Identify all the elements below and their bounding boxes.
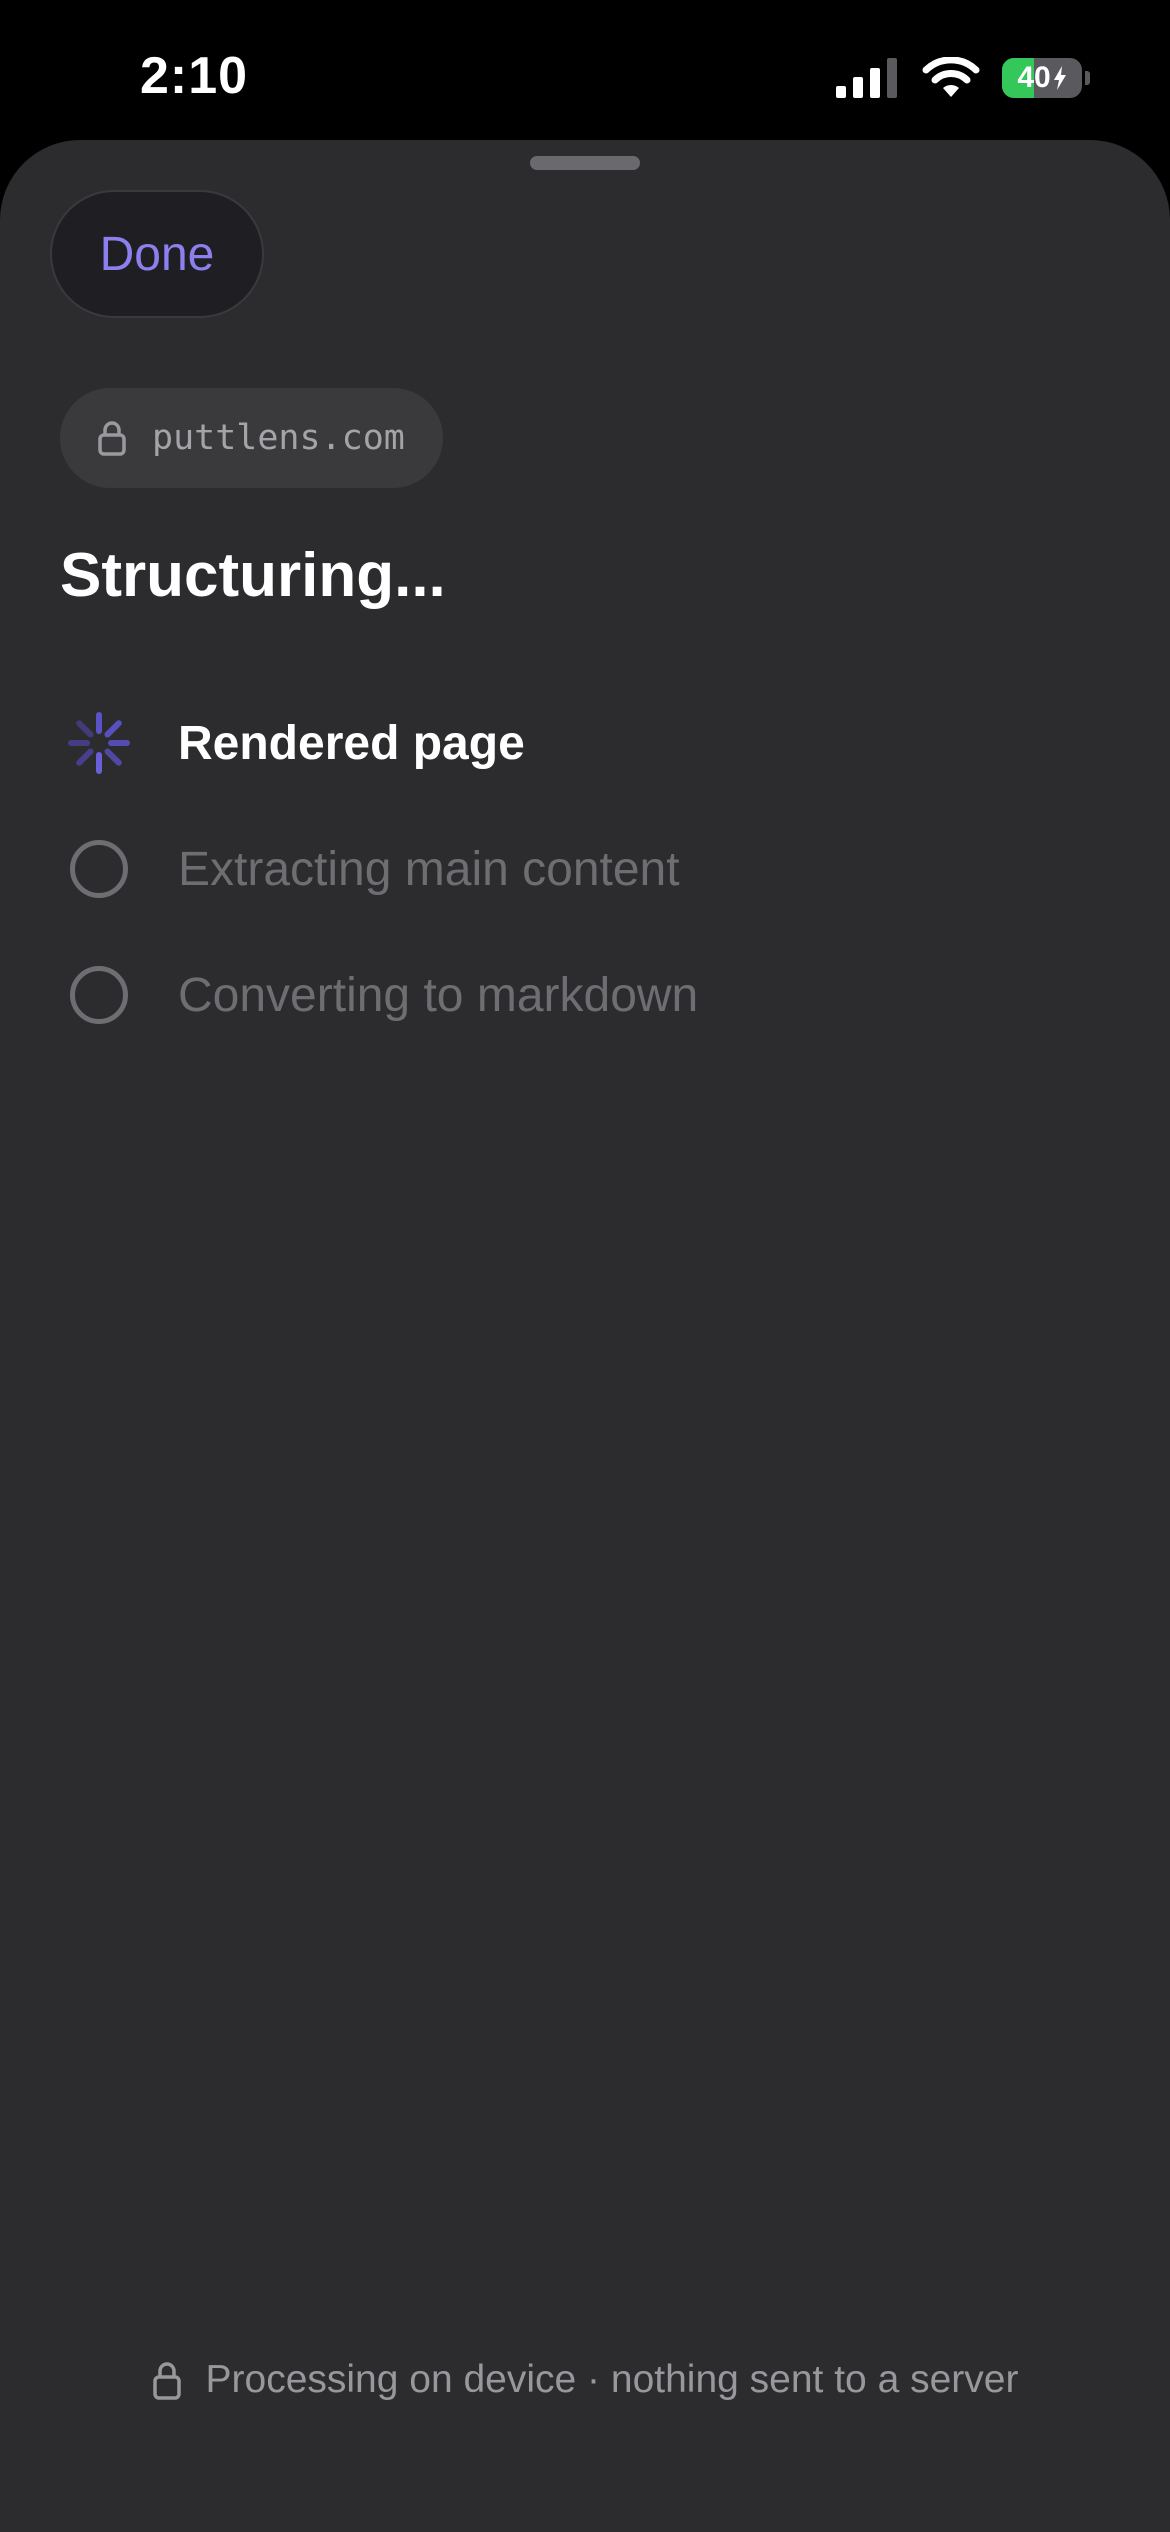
empty-circle-icon: [70, 966, 128, 1024]
signal-icon: [836, 58, 897, 98]
step-converting-to-markdown: Converting to markdown: [60, 932, 1060, 1058]
step-list: Rendered page Extracting main content Co…: [60, 680, 1060, 1058]
empty-circle-icon: [70, 840, 128, 898]
privacy-note: Processing on device · nothing sent to a…: [0, 2358, 1170, 2402]
battery-cap: [1085, 71, 1090, 85]
lock-icon: [98, 421, 126, 456]
done-button[interactable]: Done: [50, 190, 264, 318]
battery-level-text: 40: [1002, 58, 1082, 98]
battery-level: 40: [1017, 61, 1051, 94]
step-indicator: [64, 834, 134, 904]
status-bar: 2:10 40: [0, 0, 1170, 140]
lock-icon: [152, 2362, 181, 2400]
battery-charging-icon: 40: [1002, 58, 1082, 98]
processing-sheet: Done puttlens.com Structuring... Rendere…: [0, 140, 1170, 2532]
privacy-note-text: Processing on device · nothing sent to a…: [205, 2358, 1019, 2401]
url-text: puttlens.com: [152, 418, 405, 458]
step-rendered-page: Rendered page: [60, 680, 1060, 806]
step-label: Extracting main content: [178, 842, 680, 896]
sheet-grabber[interactable]: [530, 156, 640, 170]
step-indicator: [64, 960, 134, 1030]
status-time: 2:10: [140, 47, 249, 105]
status-icons: 40: [836, 56, 1090, 100]
step-label: Rendered page: [178, 716, 525, 770]
spinner-icon: [68, 712, 130, 774]
screen: 2:10 40 Done puttlens.com Structuring...…: [0, 0, 1170, 2532]
url-pill: puttlens.com: [60, 388, 443, 488]
bolt-icon: [1053, 66, 1066, 90]
step-indicator: [64, 708, 134, 778]
wifi-icon: [922, 57, 980, 97]
step-label: Converting to markdown: [178, 968, 699, 1022]
step-extracting-main-content: Extracting main content: [60, 806, 1060, 932]
page-title: Structuring...: [60, 541, 446, 610]
